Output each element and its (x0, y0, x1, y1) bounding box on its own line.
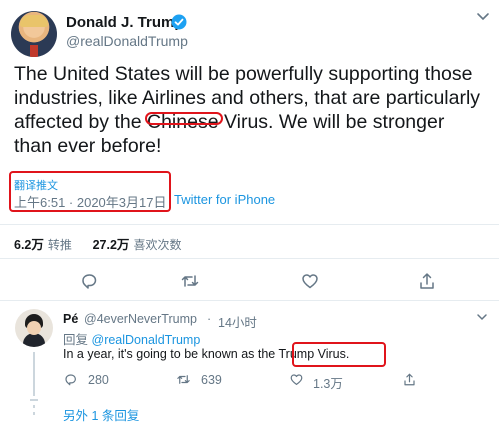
thread-dot (33, 412, 35, 415)
reply-author-name[interactable]: Pé (63, 312, 78, 326)
reply-icon[interactable] (79, 271, 99, 291)
retweet-count: 639 (201, 373, 222, 387)
divider (0, 224, 499, 225)
share-icon[interactable] (417, 271, 437, 291)
author-avatar[interactable] (11, 11, 57, 57)
retweets-stat[interactable]: 6.2万 转推 (14, 238, 72, 252)
reply-icon[interactable] (63, 372, 78, 387)
retweet-icon[interactable] (180, 271, 200, 291)
show-more-replies-link[interactable]: 另外 1 条回复 (63, 405, 139, 424)
replying-to-link[interactable]: @realDonaldTrump (92, 333, 201, 347)
reply-timestamp[interactable]: 14小时 (218, 312, 257, 331)
reply-author-handle[interactable]: @4everNeverTrump (84, 312, 197, 326)
translate-tweet-link[interactable]: 翻译推文 (14, 177, 58, 193)
replying-prefix: 回复 (63, 333, 89, 347)
struck-word: Chinese (145, 110, 223, 134)
divider (0, 258, 499, 259)
likes-count: 27.2万 (92, 238, 130, 252)
thread-dot (30, 399, 38, 401)
divider (0, 300, 499, 301)
chevron-down-icon[interactable] (476, 313, 488, 322)
reply-text-start: In a year, it's going to be known as the (63, 347, 279, 361)
reply-separator: · (207, 312, 212, 326)
like-icon[interactable] (289, 372, 304, 387)
engagement-stats: 6.2万 转推 27.2万 喜欢次数 (14, 234, 181, 253)
replying-to: 回复 @realDonaldTrump (63, 329, 200, 348)
tweet-source-link[interactable]: Twitter for iPhone (174, 192, 275, 207)
likes-label: 喜欢次数 (133, 238, 182, 252)
author-handle[interactable]: @realDonaldTrump (66, 33, 188, 49)
retweets-label: 转推 (47, 238, 72, 252)
like-icon[interactable] (300, 271, 320, 291)
retweets-count: 6.2万 (14, 238, 44, 252)
thread-line (33, 352, 35, 396)
share-icon[interactable] (402, 372, 417, 387)
reply-highlight-box (292, 342, 386, 367)
like-count: 1.3万 (313, 377, 343, 391)
reply-author-avatar[interactable] (15, 309, 53, 347)
reply-count: 280 (88, 373, 109, 387)
likes-stat[interactable]: 27.2万 喜欢次数 (93, 238, 182, 252)
tweet-timestamp[interactable]: 上午6:51 · 2020年3月17日 (14, 192, 166, 211)
strikethrough-annotation (145, 112, 223, 125)
retweet-icon[interactable] (176, 372, 191, 387)
chevron-down-icon[interactable] (476, 12, 490, 22)
tweet-text: The United States will be powerfully sup… (14, 62, 484, 158)
author-name[interactable]: Donald J. Trump (66, 14, 184, 31)
verified-badge-icon (171, 14, 187, 30)
thread-dot (33, 405, 35, 408)
